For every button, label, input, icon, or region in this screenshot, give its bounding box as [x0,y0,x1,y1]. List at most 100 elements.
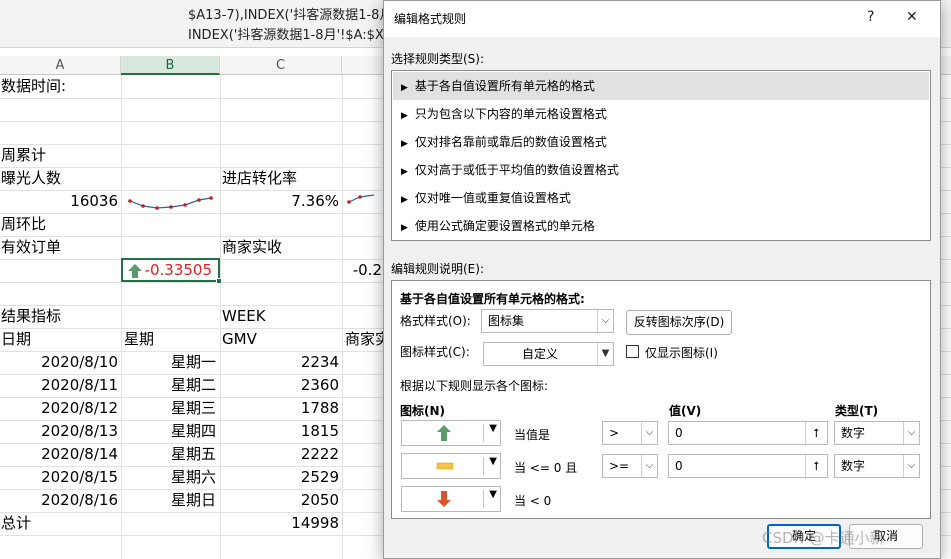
help-button[interactable]: ? [867,9,874,25]
data-time-label[interactable]: 数据时间: [1,75,66,98]
type-select-2[interactable]: 数字 ⌵ [834,454,920,478]
row-weekday[interactable]: 星期一 [121,351,216,374]
header-date[interactable]: 日期 [1,328,31,351]
icon-picker-2[interactable]: ▼ [401,453,501,479]
row-gmv[interactable]: 2360 [220,374,339,397]
caret-down-icon: ▼ [489,456,497,467]
row-gmv[interactable]: 1788 [220,397,339,420]
value-input-2[interactable]: 0 ⭡ [668,454,828,479]
orders-label[interactable]: 有效订单 [1,236,61,259]
operator-select-1[interactable]: > ⌵ [602,421,658,445]
row-weekday[interactable]: 星期四 [121,420,216,443]
row-weekday[interactable]: 星期三 [121,397,216,420]
row-weekday[interactable]: 星期五 [121,443,216,466]
value-column-header: 值(V) [669,404,702,418]
icon-column-header: 图标(N) [400,404,446,418]
row-date[interactable]: 2020/8/10 [0,351,118,374]
total-gmv[interactable]: 14998 [220,512,339,535]
orders-change-value: -0.33505 [144,261,212,279]
formula-text-line1: $A13-7),INDEX('抖客源数据1-8月 [188,8,393,23]
show-icon-only-checkbox[interactable] [626,345,639,358]
row-date[interactable]: 2020/8/13 [0,420,118,443]
row-date[interactable]: 2020/8/14 [0,443,118,466]
rule-type-item[interactable]: ▶ 只为包含以下内容的单元格设置格式 [393,100,929,128]
week-label[interactable]: WEEK [222,305,266,328]
show-icon-only-label: 仅显示图标(I) [645,346,718,360]
exposure-value[interactable]: 16036 [0,190,118,213]
operator-select-2[interactable]: >= ⌵ [602,454,658,478]
edit-format-rule-dialog: 编辑格式规则 ? ✕ 选择规则类型(S): ▶ 基于各自值设置所有单元格的格式 ▶… [383,0,941,559]
format-style-select[interactable]: 图标集 ⌵ [481,309,614,333]
icon-style-select[interactable]: 自定义 ▼ [483,342,614,366]
caret-down-icon: ▼ [489,489,497,500]
column-header-a[interactable]: A [0,56,121,75]
chevron-down-icon: ⌵ [597,310,613,332]
rule-type-item[interactable]: ▶ 仅对唯一值或重复值设置格式 [393,184,929,212]
triangle-right-icon: ▶ [401,195,408,205]
type-column-header: 类型(T) [835,404,879,418]
conversion-label[interactable]: 进店转化率 [222,167,297,190]
rule-condition-1: 当值是 [514,428,551,442]
caret-down-icon: ▼ [489,423,497,434]
edit-description-label: 编辑规则说明(E): [391,262,484,276]
rules-caption: 根据以下规则显示各个图标: [400,379,549,393]
chevron-down-icon: ⌵ [641,455,657,477]
range-select-icon[interactable]: ⭡ [805,455,827,479]
type-select-1[interactable]: 数字 ⌵ [834,421,920,445]
rule-type-list[interactable]: ▶ 基于各自值设置所有单元格的格式 ▶ 只为包含以下内容的单元格设置格式 ▶ 仅对排名… [391,70,931,241]
dialog-titlebar[interactable]: 编辑格式规则 ? ✕ [384,1,940,37]
reverse-icon-order-button[interactable]: 反转图标次序(D) [626,310,732,335]
result-label[interactable]: 结果指标 [1,305,61,328]
merchant-label[interactable]: 商家实收 [222,236,282,259]
row-weekday[interactable]: 星期二 [121,374,216,397]
rule-condition-3: 当 < 0 [514,494,552,508]
wow-label[interactable]: 周环比 [1,213,46,236]
column-header-c[interactable]: C [220,56,342,75]
select-rule-type-label: 选择规则类型(S): [391,52,485,66]
icon-picker-3[interactable]: ▼ [401,486,501,512]
total-label[interactable]: 总计 [1,512,31,535]
row-date[interactable]: 2020/8/12 [0,397,118,420]
range-select-icon[interactable]: ⭡ [805,422,827,446]
triangle-right-icon: ▶ [401,167,408,177]
row-date[interactable]: 2020/8/11 [0,374,118,397]
row-gmv[interactable]: 2234 [220,351,339,374]
icon-picker-1[interactable]: ▼ [401,420,501,446]
formula-text-line2: INDEX('抖客源数据1-8月'!$A:$X [188,28,384,43]
rule-condition-2: 当 <= 0 且 [514,461,578,475]
row-gmv[interactable]: 2222 [220,443,339,466]
chevron-down-icon: ⌵ [903,455,919,477]
triangle-right-icon: ▶ [401,83,408,93]
merchant-change-value[interactable]: -0.2 [342,259,382,282]
exposure-label[interactable]: 曝光人数 [1,167,61,190]
column-header-b[interactable]: B [121,56,220,75]
row-date[interactable]: 2020/8/16 [0,489,118,512]
header-gmv[interactable]: GMV [222,328,257,351]
row-gmv[interactable]: 2529 [220,466,339,489]
value-input-1[interactable]: 0 ⭡ [668,421,828,446]
weekly-total-label[interactable]: 周累计 [1,144,46,167]
row-gmv[interactable]: 1815 [220,420,339,443]
down-arrow-icon [437,491,451,507]
row-weekday[interactable]: 星期日 [121,489,216,512]
conversion-value[interactable]: 7.36% [220,190,339,213]
row-date[interactable]: 2020/8/15 [0,466,118,489]
rule-description-panel: 基于各自值设置所有单元格的格式: 格式样式(O): 图标集 ⌵ 反转图标次序(D… [391,280,931,519]
row-weekday[interactable]: 星期六 [121,466,216,489]
up-arrow-icon [128,264,142,278]
rule-type-item[interactable]: ▶ 仅对排名靠前或靠后的数值设置格式 [393,128,929,156]
rule-type-item[interactable]: ▶ 基于各自值设置所有单元格的格式 [393,72,929,100]
rule-type-item[interactable]: ▶ 仅对高于或低于平均值的数值设置格式 [393,156,929,184]
triangle-right-icon: ▶ [401,111,408,121]
header-weekday[interactable]: 星期 [124,328,154,351]
fill-handle[interactable] [216,278,222,284]
watermark: CSDN @卡通小新 [762,529,885,547]
close-button[interactable]: ✕ [906,9,918,25]
triangle-right-icon: ▶ [401,139,408,149]
rule-type-item[interactable]: ▶ 使用公式确定要设置格式的单元格 [393,212,929,240]
row-gmv[interactable]: 2050 [220,489,339,512]
dialog-title: 编辑格式规则 [394,12,467,26]
up-arrow-icon [437,425,451,441]
active-cell-orders-change[interactable]: -0.33505 [121,258,222,284]
chevron-down-icon: ⌵ [641,422,657,444]
